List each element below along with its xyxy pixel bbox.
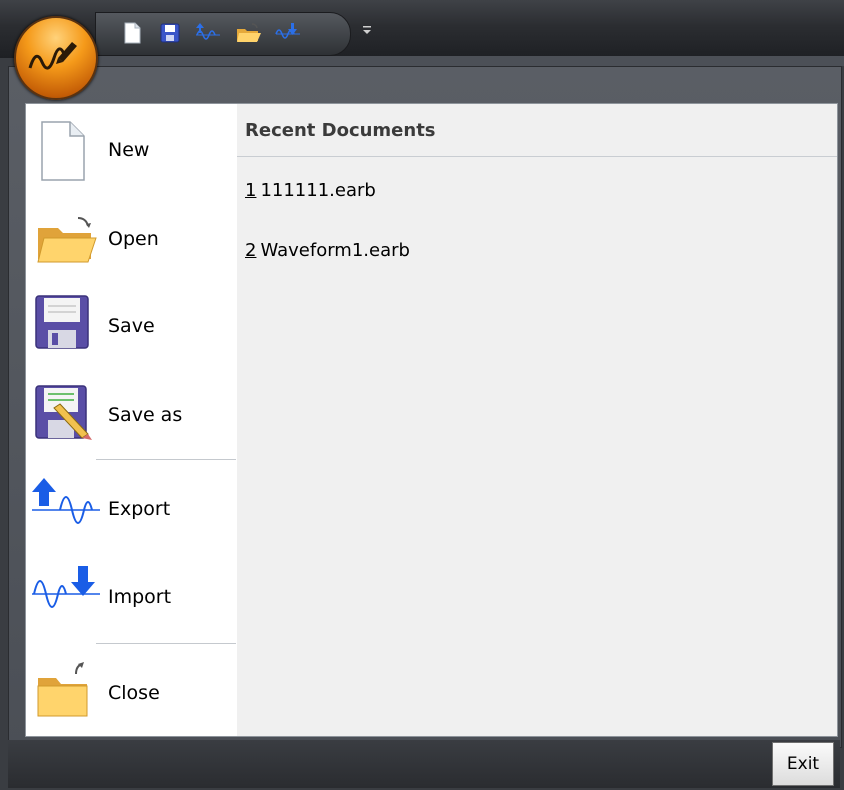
menu-item-new[interactable]: New xyxy=(26,112,238,192)
menu-item-label: Close xyxy=(108,682,160,704)
import-icon[interactable] xyxy=(274,19,302,47)
application-menu-button[interactable] xyxy=(14,16,98,100)
recent-item-number: 2 xyxy=(245,240,257,261)
recent-documents-header: Recent Documents xyxy=(237,104,837,156)
menu-separator xyxy=(96,459,236,460)
recent-document-item[interactable]: 1 111111.earb xyxy=(245,180,376,201)
recent-divider xyxy=(237,156,837,157)
open-icon[interactable] xyxy=(234,19,262,47)
save-icon[interactable] xyxy=(156,19,184,47)
menu-item-label: Save as xyxy=(108,404,183,426)
menu-separator xyxy=(96,643,236,644)
menu-item-export[interactable]: Export xyxy=(26,470,238,550)
floppy-disk-icon xyxy=(34,292,90,354)
recent-documents-panel: Recent Documents 1 111111.earb 2 Waveform1… xyxy=(237,103,838,737)
open-folder-icon xyxy=(34,206,98,274)
menu-item-open[interactable]: Open xyxy=(26,200,238,280)
menu-item-label: Export xyxy=(108,498,171,520)
menu-item-label: Import xyxy=(108,586,172,608)
menu-item-save-as[interactable]: Save as xyxy=(26,376,238,456)
customize-dropdown-icon[interactable] xyxy=(360,22,374,36)
quick-access-toolbar xyxy=(95,12,351,56)
waveform-pen-icon xyxy=(28,42,77,70)
new-icon[interactable] xyxy=(118,19,146,47)
recent-item-name: Waveform1.earb xyxy=(260,240,410,261)
menu-item-label: New xyxy=(108,139,150,161)
close-folder-icon xyxy=(32,660,96,726)
menu-item-close[interactable]: Close xyxy=(26,652,238,732)
import-waveform-icon xyxy=(30,562,102,630)
export-icon[interactable] xyxy=(194,19,222,47)
export-waveform-icon xyxy=(30,474,102,542)
recent-item-name: 111111.earb xyxy=(260,180,376,201)
save-as-icon xyxy=(34,382,98,448)
recent-documents-title: Recent Documents xyxy=(245,120,436,141)
recent-document-item[interactable]: 2 Waveform1.earb xyxy=(245,240,410,261)
menu-item-import[interactable]: Import xyxy=(26,558,238,638)
menu-item-label: Open xyxy=(108,228,159,250)
recent-item-number: 1 xyxy=(245,180,257,201)
menu-command-list: New Open Save Save as Export Import Clos… xyxy=(25,103,239,737)
menu-footer xyxy=(8,740,840,788)
title-bar-band xyxy=(90,56,844,66)
new-document-icon xyxy=(34,118,90,188)
menu-item-label: Save xyxy=(108,315,155,337)
exit-button[interactable]: Exit xyxy=(772,742,834,786)
menu-item-save[interactable]: Save xyxy=(26,288,238,368)
